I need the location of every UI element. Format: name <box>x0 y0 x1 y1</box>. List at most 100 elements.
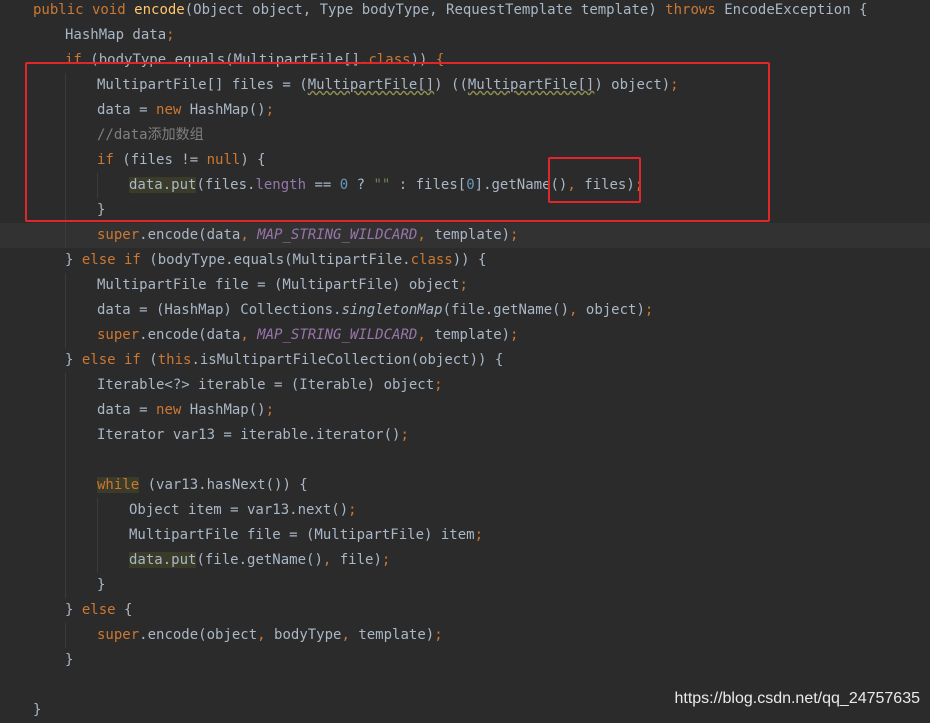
code-line[interactable] <box>0 448 930 473</box>
code-token: } <box>97 577 106 593</box>
code-token: data = (HashMap) Collections. <box>97 302 342 318</box>
highlight-box-files-arg <box>548 157 641 203</box>
code-token: file) <box>339 552 382 568</box>
code-text: } <box>33 698 41 723</box>
indent-guide <box>65 423 66 448</box>
code-token: ; <box>348 502 357 518</box>
watermark-text: https://blog.csdn.net/qq_24757635 <box>674 690 920 707</box>
code-text: super.encode(data, MAP_STRING_WILDCARD, … <box>97 223 518 248</box>
code-token: while <box>97 477 140 493</box>
code-token: (Object object, Type bodyType, RequestTe… <box>184 2 666 18</box>
code-line[interactable]: Iterator var13 = iterable.iterator(); <box>0 423 930 448</box>
indent-guide <box>65 573 66 598</box>
code-line[interactable]: Iterable<?> iterable = (Iterable) object… <box>0 373 930 398</box>
code-token: public void <box>33 2 135 18</box>
code-token: , <box>417 227 435 243</box>
code-token: MultipartFile file = (MultipartFile) obj… <box>97 277 460 293</box>
indent-guide <box>65 298 66 323</box>
code-token: ; <box>474 527 484 543</box>
code-text: data = (HashMap) Collections.singletonMa… <box>97 298 653 323</box>
code-token: else <box>81 602 125 618</box>
code-token: template) <box>434 227 511 243</box>
code-token: object) <box>585 302 645 318</box>
code-token: else if <box>81 352 150 368</box>
indent-guide <box>65 473 66 498</box>
code-line[interactable]: super.encode(data, MAP_STRING_WILDCARD, … <box>0 223 930 248</box>
code-editor[interactable]: public void encode(Object object, Type b… <box>0 0 930 718</box>
code-token: , <box>240 227 258 243</box>
code-token: Object item = var13.next() <box>129 502 349 518</box>
code-line[interactable]: while (var13.hasNext()) { <box>0 473 930 498</box>
code-text: super.encode(data, MAP_STRING_WILDCARD, … <box>97 323 518 348</box>
code-text: while (var13.hasNext()) { <box>97 473 308 498</box>
code-text: } else if (bodyType.equals(MultipartFile… <box>65 248 486 273</box>
code-line[interactable]: } <box>0 573 930 598</box>
code-text: Object item = var13.next(); <box>129 498 357 523</box>
code-line[interactable]: } else { <box>0 598 930 623</box>
code-token: (file.getName() <box>196 552 323 568</box>
code-token: ; <box>644 302 654 318</box>
code-token: singletonMap <box>341 302 443 318</box>
indent-guide <box>65 273 66 298</box>
code-token: template) <box>358 627 435 643</box>
code-token: new <box>156 402 190 418</box>
code-token: .isMultipartFileCollection(object)) { <box>191 352 504 368</box>
code-text: MultipartFile file = (MultipartFile) obj… <box>97 273 468 298</box>
code-token: ; <box>459 277 468 293</box>
code-token: (file.getName() <box>442 302 570 318</box>
code-token: ; <box>510 227 519 243</box>
code-line[interactable]: MultipartFile file = (MultipartFile) obj… <box>0 273 930 298</box>
code-token: super <box>97 227 140 243</box>
code-token: ; <box>265 402 275 418</box>
code-token: ; <box>434 377 443 393</box>
indent-guide <box>65 623 66 648</box>
code-token: , <box>240 327 258 343</box>
code-line[interactable]: public void encode(Object object, Type b… <box>0 0 930 23</box>
code-text: } <box>97 573 105 598</box>
code-text: } else if (this.isMultipartFileCollectio… <box>65 348 503 373</box>
code-line[interactable]: data = new HashMap(); <box>0 398 930 423</box>
indent-guide <box>65 323 66 348</box>
indent-guide <box>97 523 98 548</box>
code-line[interactable]: Object item = var13.next(); <box>0 498 930 523</box>
code-token: HashMap data <box>65 27 167 43</box>
code-text: HashMap data; <box>65 23 175 48</box>
code-token: , <box>257 627 275 643</box>
code-token: Iterable<?> iterable = (Iterable) object <box>97 377 435 393</box>
code-token: super <box>97 627 140 643</box>
indent-guide <box>65 373 66 398</box>
code-line[interactable]: super.encode(object, bodyType, template)… <box>0 623 930 648</box>
code-token: data.put <box>129 552 197 568</box>
code-token: , <box>569 302 586 318</box>
code-token: , <box>341 627 359 643</box>
code-token: } <box>65 252 82 268</box>
code-line[interactable]: } <box>0 648 930 673</box>
code-line[interactable]: } else if (bodyType.equals(MultipartFile… <box>0 248 930 273</box>
code-line[interactable]: super.encode(data, MAP_STRING_WILDCARD, … <box>0 323 930 348</box>
code-text: MultipartFile file = (MultipartFile) ite… <box>129 523 483 548</box>
code-line[interactable]: MultipartFile file = (MultipartFile) ite… <box>0 523 930 548</box>
code-line[interactable]: } else if (this.isMultipartFileCollectio… <box>0 348 930 373</box>
code-token: ; <box>400 427 409 443</box>
code-token: data = <box>97 402 157 418</box>
code-token: Iterator var13 = iterable.iterator() <box>97 427 401 443</box>
code-token: , <box>322 552 340 568</box>
code-line[interactable]: data.put(file.getName(), file); <box>0 548 930 573</box>
code-token: bodyType <box>274 627 342 643</box>
code-text: data = new HashMap(); <box>97 398 274 423</box>
code-text: data.put(file.getName(), file); <box>129 548 390 573</box>
indent-guide <box>65 448 66 473</box>
code-token: )) { <box>452 252 487 268</box>
code-token: } <box>65 652 74 668</box>
code-token: { <box>124 602 133 618</box>
code-token: super <box>97 327 140 343</box>
code-token: } <box>65 352 82 368</box>
code-token: MultipartFile file = (MultipartFile) ite… <box>129 527 475 543</box>
code-line[interactable]: data = (HashMap) Collections.singletonMa… <box>0 298 930 323</box>
code-text: } <box>65 648 73 673</box>
code-token: .encode(data <box>139 227 241 243</box>
code-line[interactable]: HashMap data; <box>0 23 930 48</box>
code-token: this <box>157 352 192 368</box>
indent-guide <box>65 548 66 573</box>
code-token: .encode(object <box>139 627 258 643</box>
